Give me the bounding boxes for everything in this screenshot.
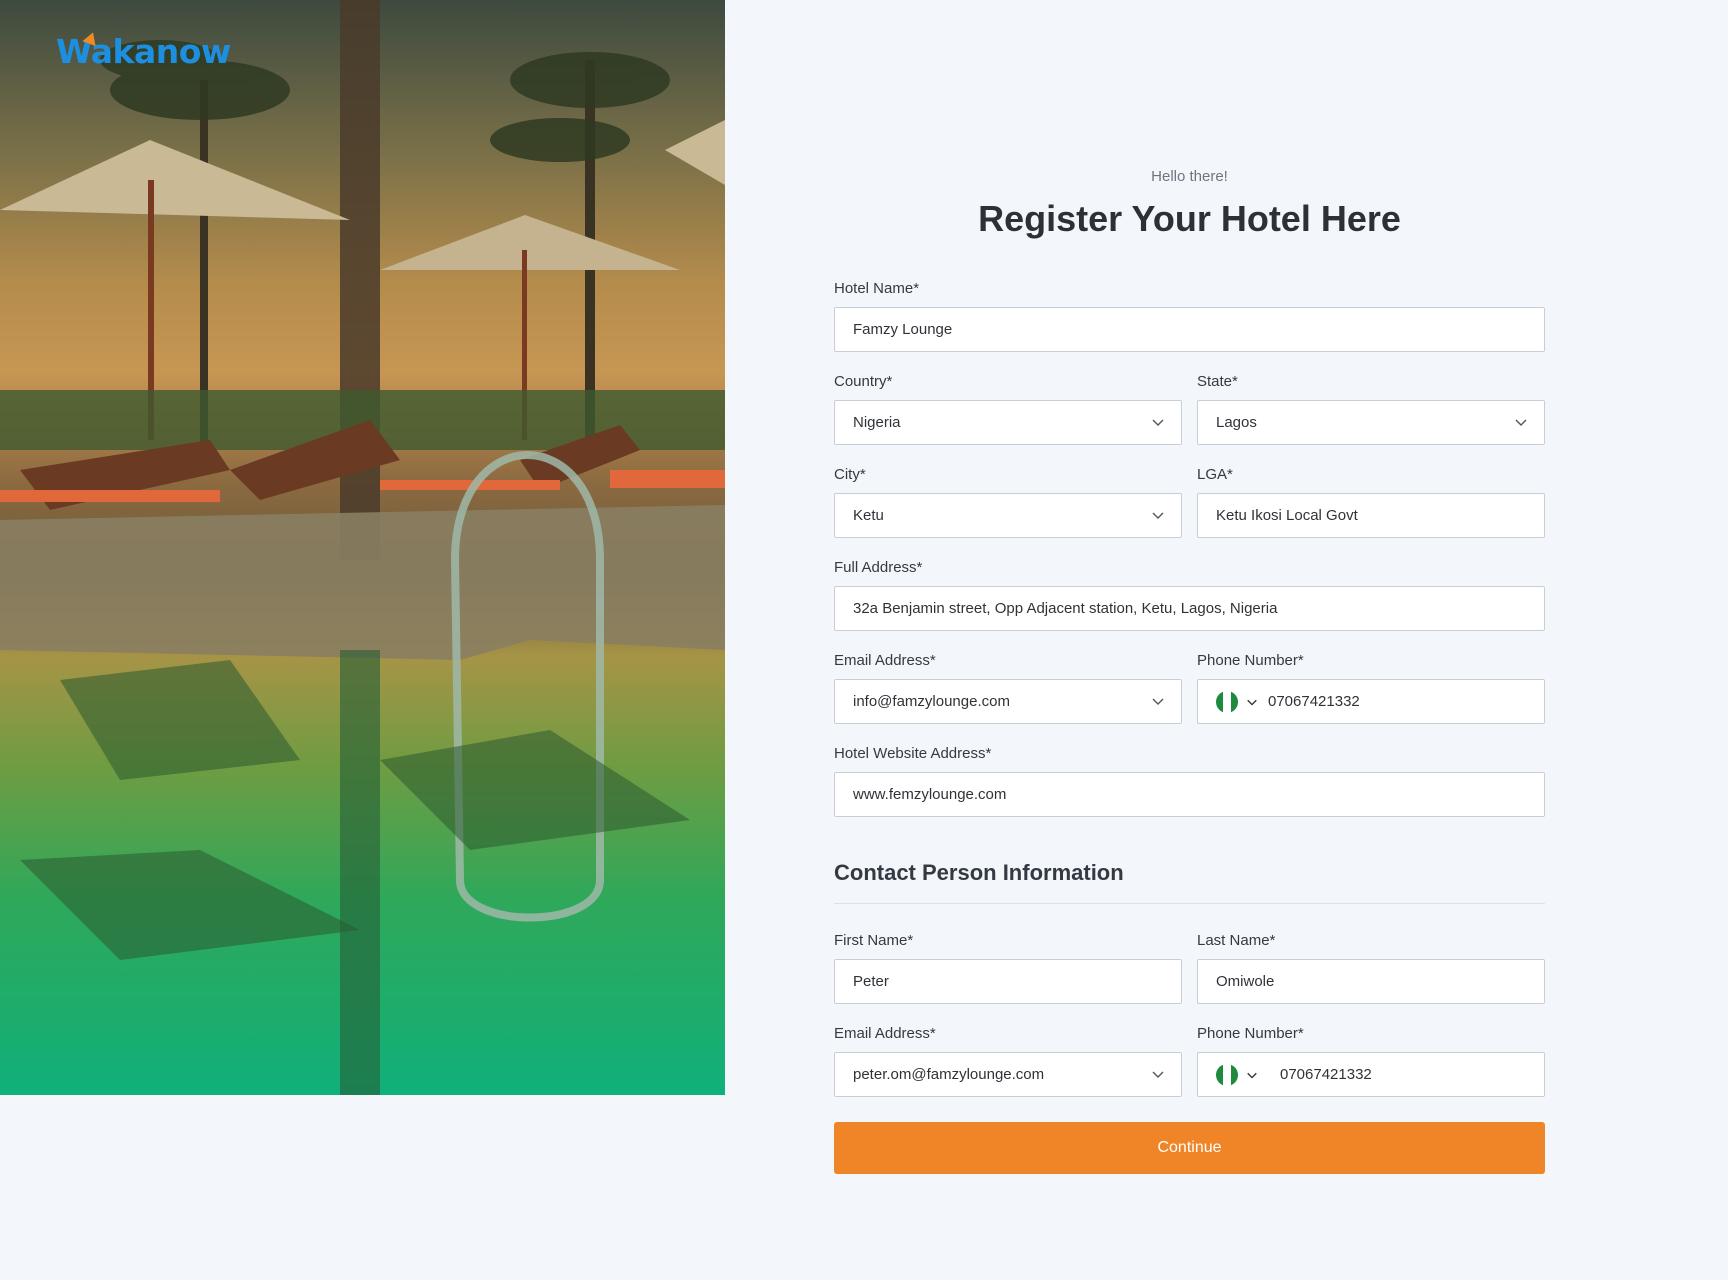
first-name-label: First Name* <box>834 932 914 949</box>
lga-value: Ketu Ikosi Local Govt <box>1216 507 1358 524</box>
contact-section-title: Contact Person Information <box>834 860 1124 885</box>
hotel-phone-label: Phone Number* <box>1197 652 1304 669</box>
first-name-input[interactable]: Peter <box>834 959 1182 1004</box>
last-name-input[interactable]: Omiwole <box>1197 959 1545 1004</box>
chevron-down-icon <box>1152 419 1164 426</box>
contact-email-field: Email Address* peter.om@famzylounge.com <box>834 1024 1182 1097</box>
city-label: City* <box>834 466 866 483</box>
logo-text: Wakanow <box>56 32 231 71</box>
website-field: Hotel Website Address* www.femzylounge.c… <box>834 744 1545 817</box>
hotel-email-field: Email Address* info@famzylounge.com <box>834 651 1182 724</box>
city-value: Ketu <box>853 507 884 524</box>
hotel-name-input[interactable]: Famzy Lounge <box>834 307 1545 352</box>
full-address-input[interactable]: 32a Benjamin street, Opp Adjacent statio… <box>834 586 1545 631</box>
nigeria-flag-icon[interactable] <box>1216 690 1238 713</box>
hotel-name-label: Hotel Name* <box>834 280 920 297</box>
section-divider <box>834 903 1545 904</box>
chevron-down-icon <box>1515 419 1527 426</box>
contact-phone-field: Phone Number* 07067421332 <box>1197 1024 1545 1097</box>
website-value: www.femzylounge.com <box>853 786 1007 803</box>
country-field: Country* Nigeria <box>834 372 1182 445</box>
state-value: Lagos <box>1216 414 1257 431</box>
hotel-phone-value: 07067421332 <box>1268 693 1360 710</box>
country-select[interactable]: Nigeria <box>834 400 1182 445</box>
contact-phone-input[interactable]: 07067421332 <box>1197 1052 1545 1097</box>
hotel-email-label: Email Address* <box>834 652 936 669</box>
wakanow-logo[interactable]: Wakanow <box>56 29 231 71</box>
chevron-down-icon[interactable] <box>1246 696 1258 708</box>
hotel-name-field: Hotel Name* Famzy Lounge <box>834 279 1545 352</box>
hotel-email-value: info@famzylounge.com <box>853 693 1010 710</box>
chevron-down-icon[interactable] <box>1246 1069 1258 1081</box>
chevron-down-icon <box>1152 698 1164 705</box>
country-label: Country* <box>834 373 893 390</box>
continue-button[interactable]: Continue <box>834 1122 1545 1174</box>
contact-phone-value: 07067421332 <box>1280 1066 1372 1083</box>
lga-label: LGA* <box>1197 466 1233 483</box>
nigeria-flag-icon[interactable] <box>1216 1063 1238 1086</box>
lga-input[interactable]: Ketu Ikosi Local Govt <box>1197 493 1545 538</box>
first-name-field: First Name* Peter <box>834 931 1182 1004</box>
contact-phone-label: Phone Number* <box>1197 1025 1304 1042</box>
state-field: State* Lagos <box>1197 372 1545 445</box>
contact-email-select[interactable]: peter.om@famzylounge.com <box>834 1052 1182 1097</box>
greeting-text: Hello there! <box>1151 168 1228 185</box>
hero-image: Wakanow <box>0 0 725 1095</box>
resort-pool-illustration <box>0 0 725 1095</box>
hotel-phone-input[interactable]: 07067421332 <box>1197 679 1545 724</box>
full-address-field: Full Address* 32a Benjamin street, Opp A… <box>834 558 1545 631</box>
country-value: Nigeria <box>853 414 901 431</box>
last-name-value: Omiwole <box>1216 973 1275 990</box>
website-label: Hotel Website Address* <box>834 745 992 762</box>
full-address-value: 32a Benjamin street, Opp Adjacent statio… <box>853 600 1278 617</box>
hotel-name-value: Famzy Lounge <box>853 321 953 338</box>
city-select[interactable]: Ketu <box>834 493 1182 538</box>
city-field: City* Ketu <box>834 465 1182 538</box>
last-name-field: Last Name* Omiwole <box>1197 931 1545 1004</box>
contact-email-value: peter.om@famzylounge.com <box>853 1066 1045 1083</box>
website-input[interactable]: www.femzylounge.com <box>834 772 1545 817</box>
chevron-down-icon <box>1152 512 1164 519</box>
chevron-down-icon <box>1152 1071 1164 1078</box>
state-select[interactable]: Lagos <box>1197 400 1545 445</box>
contact-email-label: Email Address* <box>834 1025 936 1042</box>
page-title: Register Your Hotel Here <box>978 198 1401 239</box>
hotel-email-select[interactable]: info@famzylounge.com <box>834 679 1182 724</box>
lga-field: LGA* Ketu Ikosi Local Govt <box>1197 465 1545 538</box>
first-name-value: Peter <box>853 973 889 990</box>
hotel-phone-field: Phone Number* 07067421332 <box>1197 651 1545 724</box>
full-address-label: Full Address* <box>834 559 923 576</box>
state-label: State* <box>1197 373 1238 390</box>
last-name-label: Last Name* <box>1197 932 1276 949</box>
